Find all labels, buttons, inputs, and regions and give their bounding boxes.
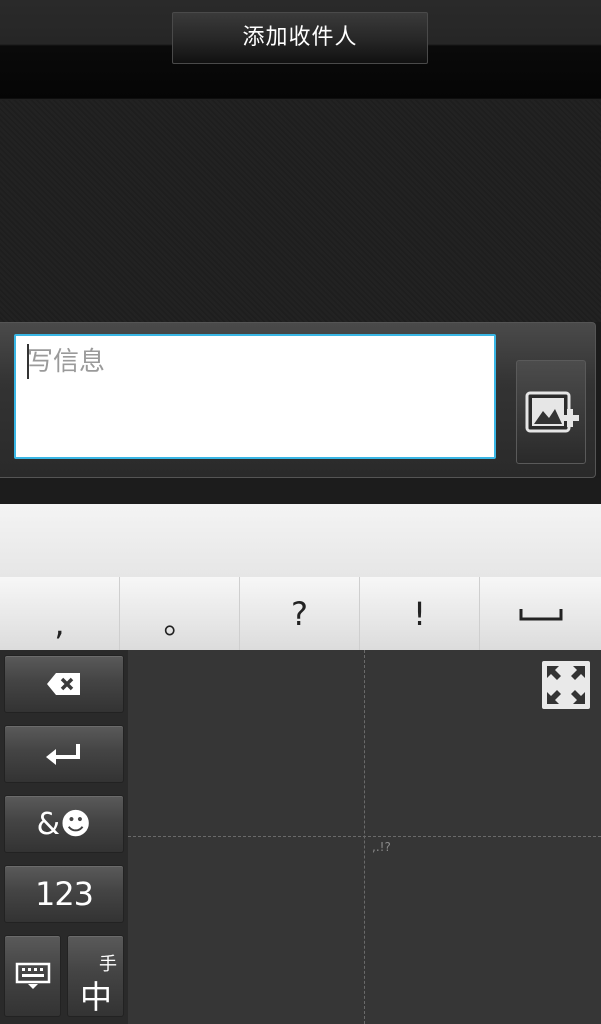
enter-key[interactable] bbox=[4, 725, 124, 783]
keyboard-switch-icon bbox=[15, 962, 51, 989]
panel-gap bbox=[0, 478, 601, 504]
key-comma[interactable]: , bbox=[0, 577, 120, 650]
key-exclaim-label: ! bbox=[413, 594, 426, 633]
handwriting-mode-key[interactable]: 手 中 bbox=[67, 935, 124, 1017]
keyboard-switch-key[interactable] bbox=[4, 935, 61, 1017]
handwriting-mode-label: 中 bbox=[80, 978, 113, 1016]
fullscreen-icon bbox=[547, 666, 585, 704]
key-period[interactable]: 。 bbox=[120, 577, 240, 650]
key-space[interactable] bbox=[480, 577, 601, 650]
key-question-label: ? bbox=[291, 594, 308, 633]
message-thread-area bbox=[0, 100, 601, 322]
handwriting-guide-horizontal bbox=[128, 836, 601, 837]
symbols-emoji-key[interactable]: &☻ bbox=[4, 795, 124, 853]
attach-image-icon bbox=[525, 391, 579, 433]
text-caret bbox=[27, 344, 29, 379]
punctuation-row: , 。 ? ! bbox=[0, 577, 601, 650]
attach-image-button[interactable] bbox=[516, 360, 586, 464]
key-question[interactable]: ? bbox=[240, 577, 360, 650]
candidate-bar bbox=[0, 504, 601, 577]
backspace-key[interactable] bbox=[4, 655, 124, 713]
handwriting-guide-vertical bbox=[364, 650, 365, 1024]
fullscreen-button[interactable] bbox=[542, 661, 590, 709]
add-recipient-button[interactable]: 添加收件人 bbox=[172, 12, 428, 64]
key-comma-label: , bbox=[54, 604, 65, 643]
handwriting-punct-hint: ,.!? bbox=[372, 840, 391, 854]
enter-icon bbox=[46, 744, 80, 765]
backspace-icon bbox=[47, 673, 80, 695]
numbers-key[interactable]: 123 bbox=[4, 865, 124, 923]
key-exclaim[interactable]: ! bbox=[360, 577, 480, 650]
key-period-label: 。 bbox=[163, 602, 196, 641]
space-icon bbox=[519, 608, 562, 620]
message-input-placeholder: 写信息 bbox=[27, 347, 106, 377]
